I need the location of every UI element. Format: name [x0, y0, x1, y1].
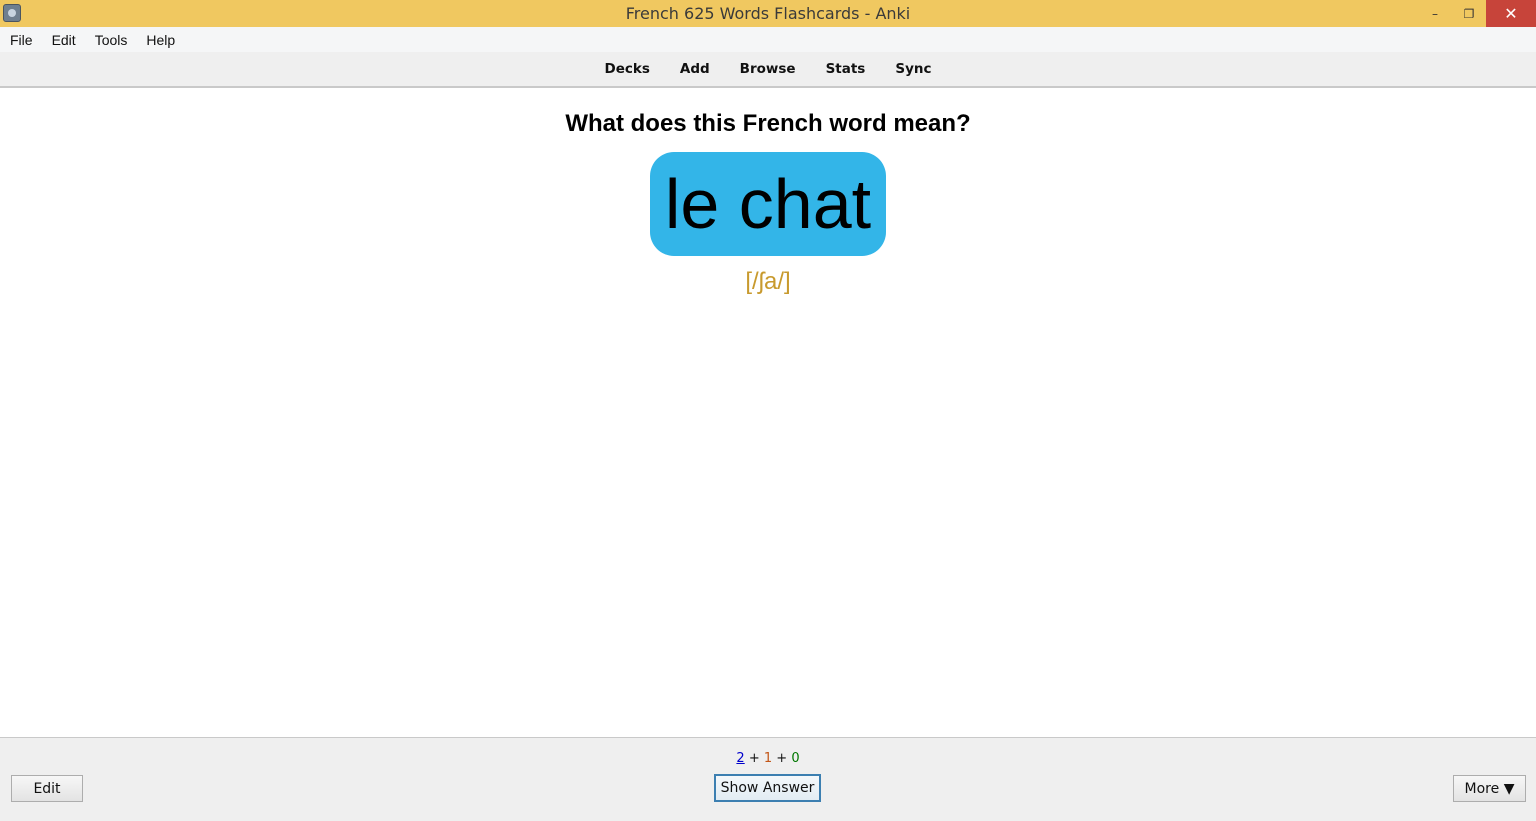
- restore-button[interactable]: ❐: [1452, 0, 1486, 27]
- new-count: 2: [736, 751, 745, 766]
- menu-edit[interactable]: Edit: [42, 32, 85, 48]
- toolbar-stats-link[interactable]: Stats: [826, 61, 866, 77]
- word-bubble: le chat: [650, 152, 886, 256]
- french-word: le chat: [664, 165, 872, 243]
- window-controls: – ❐ ✕: [1418, 0, 1536, 27]
- toolbar-decks-link[interactable]: Decks: [605, 61, 650, 77]
- title-bar: French 625 Words Flashcards - Anki – ❐ ✕: [0, 0, 1536, 27]
- toolbar-sync-link[interactable]: Sync: [895, 61, 931, 77]
- learning-count: 1: [763, 751, 773, 766]
- card-question: What does this French word mean?: [565, 110, 971, 137]
- bottom-bar: 2 + 1 + 0 Edit Show Answer More ▼: [0, 737, 1536, 821]
- main-toolbar: Decks Add Browse Stats Sync: [0, 52, 1536, 88]
- show-answer-button[interactable]: Show Answer: [714, 774, 821, 802]
- edit-button[interactable]: Edit: [11, 775, 83, 802]
- count-separator: +: [744, 751, 764, 766]
- more-button[interactable]: More ▼: [1453, 775, 1526, 802]
- menu-bar: File Edit Tools Help: [0, 27, 1536, 52]
- review-count: 0: [791, 751, 800, 766]
- menu-file[interactable]: File: [0, 32, 42, 48]
- pronunciation-text: [/ʃa/]: [745, 268, 791, 295]
- due-counts: 2 + 1 + 0: [0, 751, 1536, 766]
- toolbar-browse-link[interactable]: Browse: [740, 61, 796, 77]
- minimize-button[interactable]: –: [1418, 0, 1452, 27]
- card-review-area: What does this French word mean? le chat…: [0, 88, 1536, 737]
- window-title: French 625 Words Flashcards - Anki: [625, 4, 911, 23]
- toolbar-add-link[interactable]: Add: [680, 61, 710, 77]
- menu-help[interactable]: Help: [136, 32, 184, 48]
- count-separator: +: [772, 751, 792, 766]
- menu-tools[interactable]: Tools: [85, 32, 137, 48]
- close-button[interactable]: ✕: [1486, 0, 1536, 27]
- anki-app-icon[interactable]: [3, 4, 21, 22]
